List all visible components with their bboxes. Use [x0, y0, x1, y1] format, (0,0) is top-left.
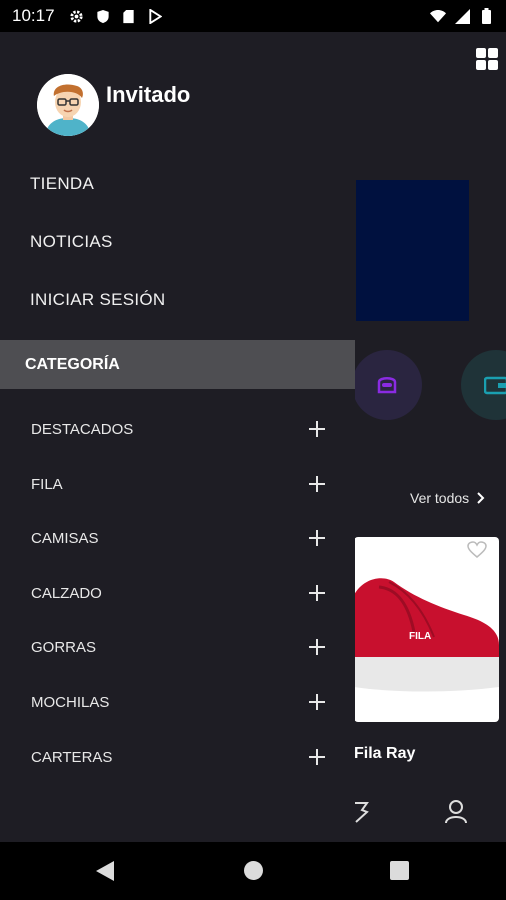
plus-icon[interactable] — [309, 421, 325, 437]
status-icons-left — [69, 8, 163, 24]
wallet-icon — [484, 376, 506, 395]
category-circle-mask[interactable] — [352, 350, 422, 420]
category-header-label: CATEGORÍA — [25, 355, 120, 373]
back-icon[interactable] — [96, 861, 114, 886]
promo-banner[interactable] — [356, 180, 469, 321]
plus-icon[interactable] — [309, 585, 325, 601]
home-icon[interactable] — [244, 861, 263, 880]
category-label: CALZADO — [31, 584, 102, 602]
category-item-calzado[interactable]: CALZADO — [0, 573, 355, 613]
category-item-camisas[interactable]: CAMISAS — [0, 518, 355, 558]
see-all-link[interactable]: Ver todos — [410, 490, 485, 506]
category-item-destacados[interactable]: DESTACADOS — [0, 409, 355, 449]
battery-icon — [478, 8, 494, 24]
wifi-icon — [430, 8, 446, 24]
shoe-image: FILA — [354, 578, 499, 692]
menu-link-iniciar-sesion[interactable]: INICIAR SESIÓN — [30, 290, 166, 310]
system-nav-bar — [0, 842, 506, 900]
product-card[interactable]: FILA — [354, 537, 499, 722]
mask-icon — [377, 377, 397, 394]
menu-link-noticias[interactable]: NOTICIAS — [30, 232, 113, 252]
category-header: CATEGORÍA — [0, 340, 355, 389]
heart-icon[interactable] — [467, 541, 487, 559]
user-icon[interactable] — [445, 800, 467, 824]
category-label: MOCHILAS — [31, 693, 110, 711]
avatar[interactable] — [37, 74, 99, 136]
user-name: Invitado — [106, 82, 191, 107]
shield-icon — [95, 8, 111, 24]
plus-icon[interactable] — [309, 639, 325, 655]
plus-icon[interactable] — [309, 694, 325, 710]
plus-icon[interactable] — [309, 749, 325, 765]
see-all-label: Ver todos — [410, 490, 470, 506]
plus-icon[interactable] — [309, 530, 325, 546]
category-label: GORRAS — [31, 638, 97, 656]
category-item-mochilas[interactable]: MOCHILAS — [0, 682, 355, 722]
status-icons-right — [430, 8, 494, 24]
sd-card-icon — [121, 8, 137, 24]
navigation-drawer: Invitado TIENDA NOTICIAS INICIAR SESIÓN … — [0, 32, 355, 842]
grid-view-icon[interactable] — [476, 48, 498, 70]
category-item-carteras[interactable]: CARTERAS — [0, 737, 355, 777]
avatar-illustration — [37, 74, 99, 136]
category-label: FILA — [31, 475, 63, 493]
play-store-icon — [147, 8, 163, 24]
category-label: CARTERAS — [31, 748, 113, 766]
category-label: CAMISAS — [31, 529, 99, 547]
category-item-gorras[interactable]: GORRAS — [0, 627, 355, 667]
status-bar: 10:17 — [0, 0, 506, 32]
category-label: DESTACADOS — [31, 420, 134, 438]
gear-icon — [69, 8, 85, 24]
svg-text:FILA: FILA — [409, 631, 431, 642]
menu-link-tienda[interactable]: TIENDA — [30, 174, 94, 194]
category-circle-wallet[interactable] — [461, 350, 506, 420]
product-name[interactable]: Fila Ray — [354, 745, 415, 763]
plus-icon[interactable] — [309, 476, 325, 492]
signal-icon — [454, 8, 470, 24]
category-item-fila[interactable]: FILA — [0, 464, 355, 504]
status-time: 10:17 — [12, 6, 55, 25]
chevron-right-icon — [477, 492, 485, 504]
recent-apps-icon[interactable] — [390, 861, 409, 880]
